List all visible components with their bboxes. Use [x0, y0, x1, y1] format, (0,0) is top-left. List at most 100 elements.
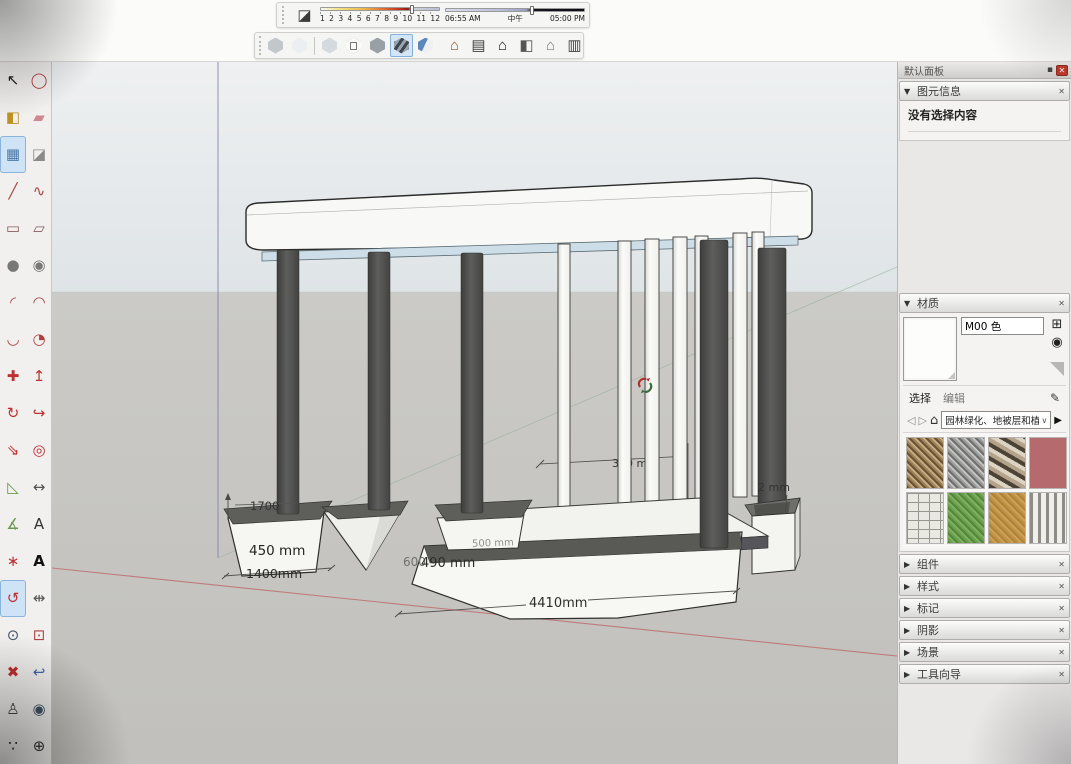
eraser-tool[interactable]: ▰	[26, 99, 52, 136]
time-slider-track[interactable]	[445, 8, 585, 12]
column-3[interactable]	[461, 253, 483, 513]
entity-info-close-icon[interactable]: ✕	[1058, 87, 1065, 96]
entity-info-header[interactable]: ▼ 图元信息 ✕	[899, 81, 1070, 101]
view-right-button[interactable]: ◧	[515, 34, 538, 57]
view-left-button[interactable]: ▥	[563, 34, 586, 57]
two-point-arc-tool[interactable]: ◠	[26, 284, 52, 321]
material-swatch-cobblestone[interactable]	[988, 437, 1026, 489]
material-swatch-pavers-white[interactable]	[906, 492, 944, 544]
move-tool[interactable]: ✚	[0, 358, 26, 395]
rotate-tool[interactable]: ↻	[0, 395, 26, 432]
pie-tool[interactable]: ◔	[26, 321, 52, 358]
push-pull-tool[interactable]: ↥	[26, 358, 52, 395]
tray-section-close-icon[interactable]: ✕	[1058, 582, 1065, 591]
three-point-arc-tool[interactable]: ◡	[0, 321, 26, 358]
baluster[interactable]	[645, 239, 659, 505]
eyedropper-icon[interactable]: ✎	[1050, 391, 1060, 405]
tray-section-close-icon[interactable]: ✕	[1058, 626, 1065, 635]
tray-section-close-icon[interactable]: ✕	[1058, 670, 1065, 679]
view-iso-button[interactable]: ⌂	[443, 34, 466, 57]
collapse-arrow-icon[interactable]: ▶	[904, 648, 913, 657]
shadow-time-slider[interactable]: 06:55 AM 中午 05:00 PM	[445, 3, 585, 27]
tray-section-场景[interactable]: ▶场景✕	[899, 642, 1070, 662]
arc-tool[interactable]: ◜	[0, 284, 26, 321]
material-preview[interactable]	[903, 317, 957, 381]
toggle-shadows-button[interactable]: ◪	[294, 5, 315, 25]
tray-section-标记[interactable]: ▶标记✕	[899, 598, 1070, 618]
tape-measure-tool[interactable]: ◺	[0, 469, 26, 506]
sample-paint-button[interactable]: ◉	[1051, 336, 1062, 349]
tray-section-close-icon[interactable]: ✕	[1058, 604, 1065, 613]
freehand-tool[interactable]: ∿	[26, 173, 52, 210]
tray-section-工具向导[interactable]: ▶工具向导✕	[899, 664, 1070, 684]
section-plane-tool[interactable]: ⊕	[26, 728, 52, 764]
style-shaded-textures-button[interactable]	[390, 34, 413, 57]
forward-arrow-icon[interactable]: ▷	[918, 414, 926, 427]
orbit-tool[interactable]: ↺	[0, 580, 26, 617]
protractor-tool[interactable]: ∡	[0, 506, 26, 543]
tray-section-组件[interactable]: ▶组件✕	[899, 554, 1070, 574]
toolbar-grip[interactable]	[282, 6, 287, 24]
model-scene[interactable]: 390 mm 2 mm 1700 450 mm	[52, 62, 897, 764]
tray-titlebar[interactable]: 默认面板 ▪ ✕	[898, 62, 1071, 79]
style-shaded-button[interactable]	[366, 34, 389, 57]
collapse-arrow-icon[interactable]: ▶	[904, 626, 913, 635]
style-wireframe-button[interactable]	[318, 34, 341, 57]
pin-icon[interactable]: ▪	[1047, 65, 1053, 75]
shadow-date-slider[interactable]: 123456789101112	[320, 3, 440, 27]
baluster[interactable]	[618, 241, 631, 508]
style-monochrome-button[interactable]	[414, 34, 437, 57]
details-flyout-triangle[interactable]	[1050, 362, 1064, 376]
axes-tool[interactable]: ∗	[0, 543, 26, 580]
3d-text-tool[interactable]: A	[26, 543, 52, 580]
paint-bucket-tool[interactable]: ◧	[0, 99, 26, 136]
baluster[interactable]	[558, 244, 570, 512]
tray-close-button[interactable]: ✕	[1056, 65, 1068, 76]
material-swatch-rose-solid[interactable]	[1029, 437, 1067, 489]
tray-section-close-icon[interactable]: ✕	[1058, 648, 1065, 657]
line-tool[interactable]: ╱	[0, 173, 26, 210]
text-tool[interactable]: A	[26, 506, 52, 543]
model-viewport[interactable]: 390 mm 2 mm 1700 450 mm	[52, 62, 897, 764]
material-category-dropdown[interactable]: 园林绿化、地被层和植被 ∨	[941, 411, 1051, 429]
material-swatch-gravel-brown[interactable]	[906, 437, 944, 489]
material-swatch-gravel-gray[interactable]	[947, 437, 985, 489]
previous-view-tool[interactable]: ↩	[26, 654, 52, 691]
date-slider-handle[interactable]	[410, 5, 414, 14]
column-2[interactable]	[368, 252, 390, 510]
materials-tab-inactive[interactable]: 编辑	[943, 390, 965, 406]
follow-me-tool[interactable]: ↪	[26, 395, 52, 432]
walk-tool[interactable]: ∵	[0, 728, 26, 764]
view-front-button[interactable]: ⌂	[491, 34, 514, 57]
column-1[interactable]	[277, 250, 299, 514]
back-arrow-icon[interactable]: ◁	[907, 414, 915, 427]
swatch-plane-tool[interactable]: ◪	[26, 136, 52, 173]
pan-tool[interactable]: ⇹	[26, 580, 52, 617]
material-swatch-grass-green[interactable]	[947, 492, 985, 544]
column-4-front[interactable]	[700, 240, 728, 548]
tray-section-close-icon[interactable]: ✕	[1058, 560, 1065, 569]
style-back-edges-button[interactable]	[288, 34, 311, 57]
time-slider-handle[interactable]	[530, 6, 534, 15]
material-name-field[interactable]	[961, 317, 1044, 335]
collapse-arrow-icon[interactable]: ▶	[904, 604, 913, 613]
collapse-arrow-icon[interactable]: ▶	[904, 670, 913, 679]
material-box-tool[interactable]: ▦	[0, 136, 26, 173]
column-right-back[interactable]	[758, 248, 786, 516]
zoom-extents-tool[interactable]: ✖	[0, 654, 26, 691]
rotated-rectangle-tool[interactable]: ▱	[26, 210, 52, 247]
look-around-tool[interactable]: ◉	[26, 691, 52, 728]
toolbar-grip[interactable]	[259, 36, 261, 55]
collapse-arrow-icon[interactable]: ▶	[904, 560, 913, 569]
materials-tab-active[interactable]: 选择	[909, 390, 931, 406]
tray-section-样式[interactable]: ▶样式✕	[899, 576, 1070, 596]
materials-header[interactable]: ▼ 材质 ✕	[899, 293, 1070, 313]
dimension-tool[interactable]: ↔	[26, 469, 52, 506]
home-icon[interactable]: ⌂	[930, 413, 938, 428]
view-back-button[interactable]: ⌂	[539, 34, 562, 57]
collapse-arrow-icon[interactable]: ▼	[904, 87, 913, 96]
material-swatch-ochre[interactable]	[988, 492, 1026, 544]
select-tool[interactable]: ↖	[0, 62, 26, 99]
style-hidden-line-button[interactable]	[342, 34, 365, 57]
position-camera-tool[interactable]: ♙	[0, 691, 26, 728]
